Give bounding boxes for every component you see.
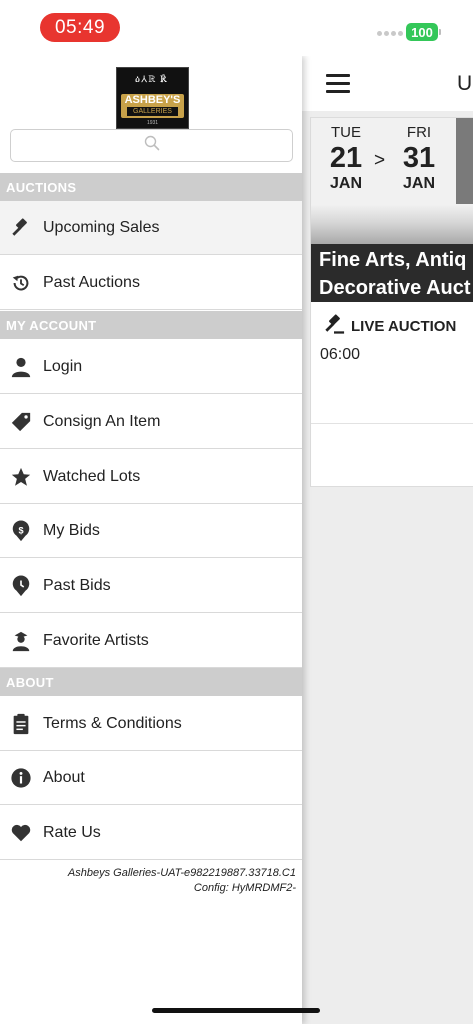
end-month: JAN [402, 175, 435, 192]
gavel-icon [10, 217, 32, 239]
main-page: U TUE 21 JAN > FRI 31 JAN Fine Arts, Ant… [302, 56, 473, 1024]
heart-icon [10, 822, 32, 844]
signal-icon [377, 31, 403, 36]
tag-icon [10, 411, 32, 433]
section-my-account: MY ACCOUNT [0, 311, 302, 339]
menu-item-consign[interactable]: Consign An Item [0, 395, 302, 449]
search-input[interactable] [10, 129, 293, 162]
artist-icon [10, 630, 32, 652]
auction-time: 06:00 [320, 346, 361, 363]
history-icon [10, 272, 32, 294]
menu-label: Terms & Conditions [43, 714, 182, 732]
section-about: ABOUT [0, 668, 302, 696]
end-dow: FRI [406, 124, 432, 141]
status-time: 05:49 [40, 13, 120, 42]
battery-icon: 100 [406, 23, 438, 41]
menu-item-past-bids[interactable]: Past Bids [0, 559, 302, 613]
menu-label: Past Bids [43, 576, 111, 594]
dollar-pin-icon: $ [10, 519, 32, 542]
menu-item-favorite-artists[interactable]: Favorite Artists [0, 614, 302, 668]
menu-item-past-auctions[interactable]: Past Auctions [0, 256, 302, 310]
card-image-edge [456, 118, 473, 204]
star-icon [10, 466, 32, 488]
clipboard-icon [10, 713, 32, 735]
section-auctions: AUCTIONS [0, 173, 302, 201]
start-month: JAN [329, 175, 362, 192]
date-range: TUE 21 JAN > FRI 31 JAN [311, 118, 456, 204]
end-date: FRI 31 JAN [389, 124, 449, 193]
date-arrow: > [374, 150, 386, 171]
search-icon [144, 135, 160, 156]
menu-item-my-bids[interactable]: $ My Bids [0, 504, 302, 558]
start-day: 21 [329, 142, 363, 174]
menu-label: Login [43, 357, 83, 375]
menu-item-rate-us[interactable]: Rate Us [0, 806, 302, 860]
auction-title: Fine Arts, Antiq Decorative Auct [311, 244, 473, 302]
ashbeys-logo: ዕ⅄ℝ ℟ ASHBEY'S GALLERIES 1931 [116, 67, 189, 129]
main-header: U [302, 56, 473, 111]
menu-item-terms[interactable]: Terms & Conditions [0, 697, 302, 751]
menu-label: Watched Lots [43, 467, 141, 485]
clock-pin-icon [10, 574, 32, 597]
menu-label: Consign An Item [43, 412, 161, 430]
info-icon [10, 767, 32, 789]
logo-year: 1931 [146, 120, 159, 126]
battery-cap [439, 29, 441, 35]
gavel-icon [323, 313, 345, 340]
menu-item-watched-lots[interactable]: Watched Lots [0, 450, 302, 504]
menu-item-upcoming-sales[interactable]: Upcoming Sales [0, 201, 302, 255]
build-config: Config: HyMRDMF2- [193, 882, 296, 894]
auction-title-line1: Fine Arts, Antiq [319, 249, 467, 271]
menu-item-about[interactable]: About [0, 751, 302, 805]
menu-label: My Bids [43, 521, 100, 539]
status-bar: 05:49 100 [0, 0, 473, 56]
end-day: 31 [402, 142, 436, 174]
start-date: TUE 21 JAN [316, 124, 376, 193]
menu-label: Past Auctions [43, 273, 140, 291]
auction-title-line2: Decorative Auct [319, 277, 471, 299]
start-dow: TUE [331, 124, 361, 141]
logo-name: ASHBEY'S [124, 94, 181, 106]
side-menu: ዕ⅄ℝ ℟ ASHBEY'S GALLERIES 1931 AUCTIONS U… [0, 56, 302, 1024]
build-version: Ashbeys Galleries-UAT-e982219887.33718.C… [67, 867, 296, 879]
auction-type: LIVE AUCTION [323, 313, 456, 340]
svg-text:$: $ [18, 525, 23, 535]
logo-figures: ዕ⅄ℝ ℟ [135, 74, 168, 85]
menu-item-login[interactable]: Login [0, 340, 302, 394]
auction-type-label: LIVE AUCTION [351, 318, 457, 335]
build-info: Ashbeys Galleries-UAT-e982219887.33718.C… [68, 866, 296, 896]
menu-label: About [43, 768, 85, 786]
auction-card[interactable]: TUE 21 JAN > FRI 31 JAN Fine Arts, Antiq… [310, 117, 473, 487]
menu-label: Favorite Artists [43, 631, 149, 649]
page-title: U [457, 72, 473, 95]
auction-image [311, 204, 473, 244]
menu-label: Upcoming Sales [43, 218, 160, 236]
menu-label: Rate Us [43, 823, 101, 841]
user-icon [10, 356, 32, 378]
logo-sub: GALLERIES [127, 107, 178, 116]
logo-band: ASHBEY'S GALLERIES [121, 94, 184, 118]
home-indicator[interactable] [152, 1008, 320, 1013]
hamburger-menu-icon[interactable] [326, 74, 350, 93]
card-divider [311, 423, 473, 424]
